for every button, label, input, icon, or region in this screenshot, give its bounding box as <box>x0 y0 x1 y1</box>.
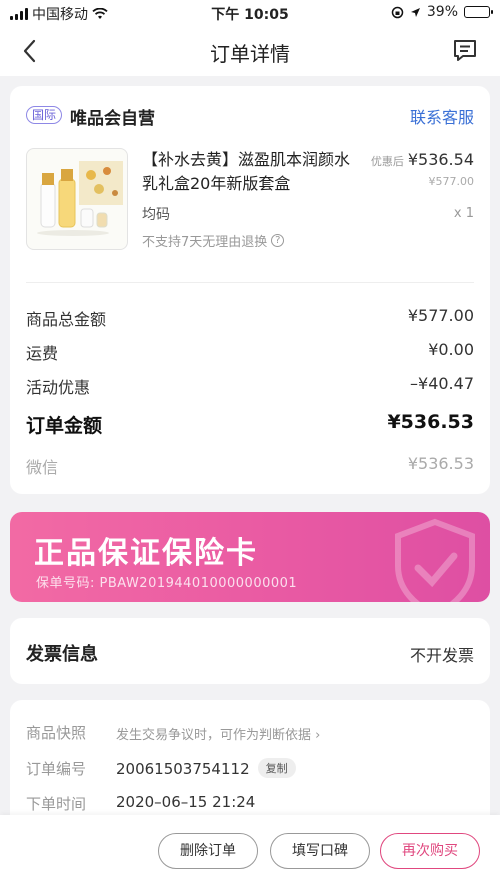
product-spec: 均码 <box>142 207 170 223</box>
order-total-value: ¥536.53 <box>387 411 474 433</box>
product-price: 优惠后 ¥536.54 <box>371 150 474 169</box>
policy-number: 保单号码: PBAW201944010000000001 <box>36 576 298 591</box>
nav-bar: 订单详情 <box>0 26 500 76</box>
goods-total-value: ¥577.00 <box>407 306 474 325</box>
delete-order-button[interactable]: 删除订单 <box>158 833 258 869</box>
order-number-label: 订单编号 <box>26 760 87 778</box>
snapshot-label: 商品快照 <box>26 724 87 742</box>
product-name[interactable]: 【补水去黄】滋盈肌本润颜水乳礼盒20年新版套盒 <box>142 148 358 196</box>
order-number: 20061503754112 <box>116 760 250 778</box>
status-bar: 中国移动 下午 10:05 39% <box>0 0 500 26</box>
order-number-value: 20061503754112 复制 <box>116 758 296 778</box>
write-review-button[interactable]: 填写口碑 <box>270 833 370 869</box>
bottom-action-bar: 删除订单 填写口碑 再次购买 <box>0 815 500 889</box>
payment-method: 微信 <box>26 458 59 477</box>
original-price: ¥577.00 <box>428 175 475 188</box>
shipping-label: 运费 <box>26 344 59 363</box>
order-total-row: 订单金额 ¥536.53 <box>26 411 474 437</box>
snapshot-row[interactable]: 商品快照 发生交易争议时，可作为判断依据 › <box>26 722 474 746</box>
copy-button[interactable]: 复制 <box>257 758 296 778</box>
buy-again-button[interactable]: 再次购买 <box>380 833 480 869</box>
discount-price: ¥536.54 <box>407 150 474 169</box>
discount-value: –¥40.47 <box>410 374 474 393</box>
help-icon[interactable]: ? <box>271 234 285 247</box>
goods-total-label: 商品总金额 <box>26 310 107 329</box>
contact-service-link[interactable]: 联系客服 <box>410 104 474 128</box>
message-icon[interactable] <box>452 39 478 63</box>
refund-note[interactable]: 不支持7天无理由退换 ? <box>142 231 285 250</box>
shipping-row: 运费 ¥0.00 <box>26 340 474 364</box>
store-name: 唯品会自营 <box>70 109 155 129</box>
order-time-row: 下单时间 2020–06–15 21:24 <box>26 793 474 817</box>
rotation-lock-icon <box>391 6 404 18</box>
invoice-label: 发票信息 <box>26 644 98 665</box>
order-card: 国际 唯品会自营 联系客服 【补水去黄】滋盈肌本润颜水乳礼盒20年新版套盒 优惠… <box>10 86 490 494</box>
invoice-card: 发票信息 不开发票 <box>10 618 490 684</box>
location-icon <box>410 7 420 17</box>
order-time-label: 下单时间 <box>26 795 87 813</box>
discount-row: 活动优惠 –¥40.47 <box>26 374 474 398</box>
insurance-title: 正品保证保险卡 <box>34 536 258 571</box>
order-number-row: 订单编号 20061503754112 复制 <box>26 758 474 782</box>
battery-icon <box>464 6 493 18</box>
product-image[interactable] <box>26 148 128 250</box>
goods-total-row: 商品总金额 ¥577.00 <box>26 306 474 330</box>
payment-row: 微信 ¥536.53 <box>26 454 474 478</box>
price-tag-label: 优惠后 <box>370 155 404 168</box>
insurance-card[interactable]: 正品保证保险卡 保单号码: PBAW201944010000000001 <box>10 512 490 602</box>
product-quantity: x 1 <box>453 206 474 221</box>
international-badge: 国际 <box>26 106 63 124</box>
order-time-value: 2020–06–15 21:24 <box>116 793 256 811</box>
snapshot-link[interactable]: 发生交易争议时，可作为判断依据 › <box>116 724 320 743</box>
shipping-value: ¥0.00 <box>428 340 474 359</box>
refund-note-text: 不支持7天无理由退换 <box>142 235 268 250</box>
divider <box>26 282 474 283</box>
shield-check-icon <box>395 518 475 602</box>
payment-amount: ¥536.53 <box>407 454 474 473</box>
invoice-value: 不开发票 <box>409 646 474 665</box>
battery-percent: 39% <box>426 4 458 20</box>
store-header: 国际 唯品会自营 联系客服 <box>26 104 474 129</box>
order-total-label: 订单金额 <box>26 415 103 437</box>
page-title: 订单详情 <box>210 42 290 66</box>
discount-label: 活动优惠 <box>26 378 91 397</box>
product-item[interactable]: 【补水去黄】滋盈肌本润颜水乳礼盒20年新版套盒 优惠后 ¥536.54 ¥577.… <box>26 146 474 256</box>
